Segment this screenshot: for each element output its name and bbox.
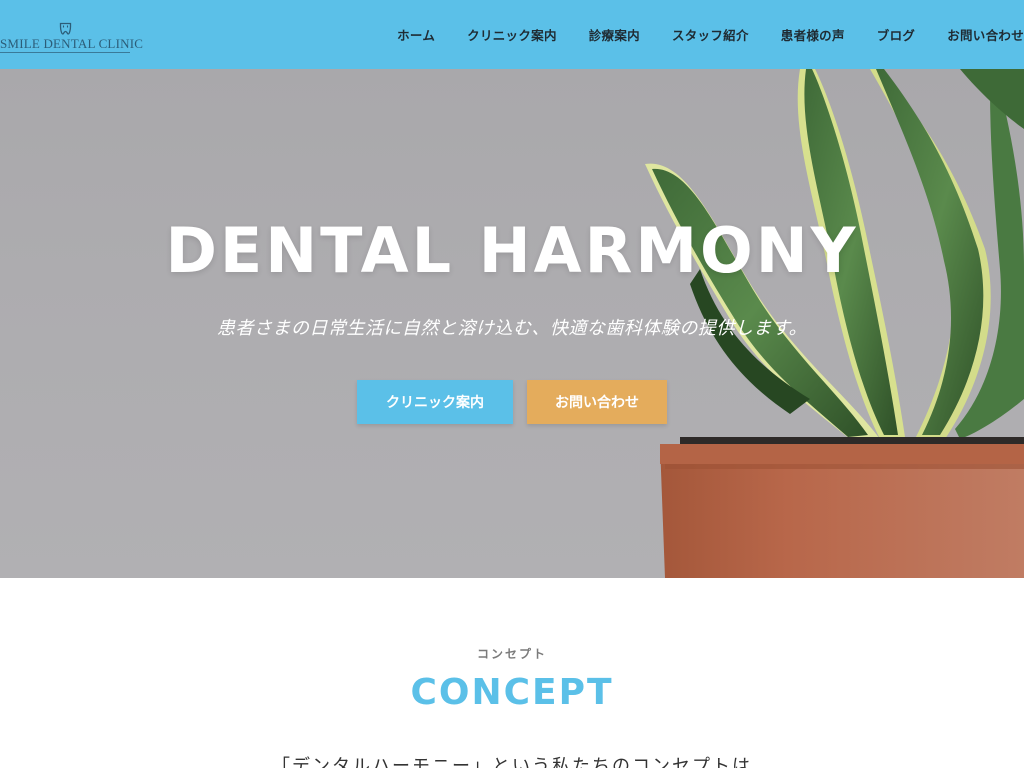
concept-kana-heading: コンセプト — [476, 647, 547, 661]
nav-item-clinic[interactable]: クリニック案内 — [467, 25, 557, 44]
site-logo[interactable]: SMILE DENTAL CLINIC — [0, 20, 144, 54]
nav-item-services[interactable]: 診療案内 — [589, 25, 640, 44]
hero-section: DENTAL HARMONY 患者さまの日常生活に自然と溶け込む、快適な歯科体験… — [0, 69, 1024, 578]
concept-text: 「デンタルハーモニー」という私たちのコンセプトは — [272, 756, 752, 768]
logo-text: SMILE DENTAL CLINIC — [0, 36, 144, 51]
nav-item-blog[interactable]: ブログ — [877, 25, 915, 44]
tooth-icon — [59, 22, 72, 35]
concept-title: CONCEPT — [410, 672, 614, 713]
nav-item-staff[interactable]: スタッフ紹介 — [672, 25, 749, 44]
hero-title: DENTAL HARMONY — [165, 214, 859, 287]
contact-button[interactable]: お問い合わせ — [527, 380, 667, 424]
nav-item-voices[interactable]: 患者様の声 — [781, 25, 845, 44]
site-header: SMILE DENTAL CLINIC ホーム クリニック案内 診療案内 スタッ… — [0, 0, 1024, 69]
hero-subtitle: 患者さまの日常生活に自然と溶け込む、快適な歯科体験の提供します。 — [216, 318, 808, 339]
main-nav: ホーム クリニック案内 診療案内 スタッフ紹介 患者様の声 ブログ お問い合わせ — [365, 0, 1024, 69]
clinic-info-button[interactable]: クリニック案内 — [357, 380, 513, 424]
nav-item-home[interactable]: ホーム — [397, 25, 435, 44]
nav-item-contact[interactable]: お問い合わせ — [947, 25, 1024, 44]
hero-buttons: クリニック案内 お問い合わせ — [0, 380, 1024, 424]
logo-underline — [0, 52, 130, 53]
